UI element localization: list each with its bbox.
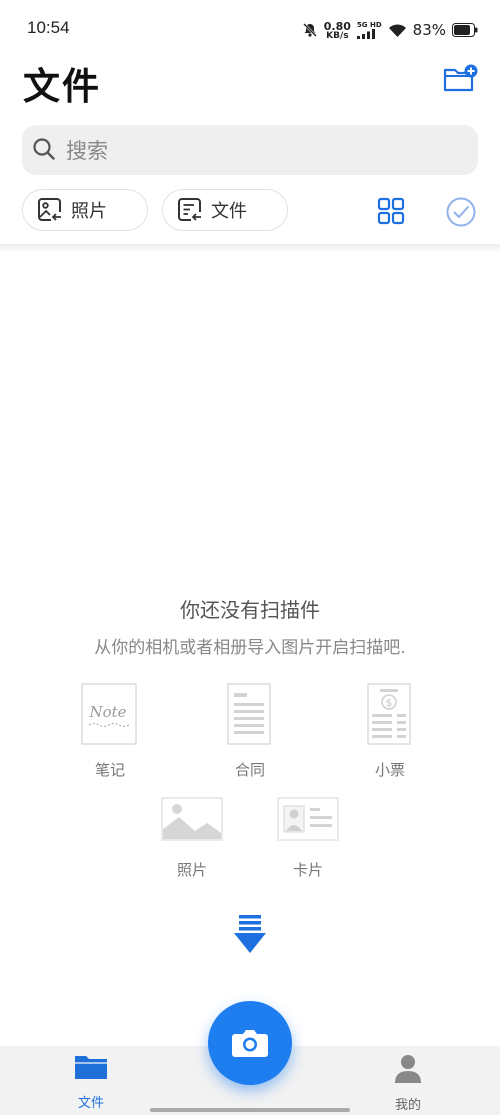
receipt-icon-symbol: $: [386, 698, 392, 709]
filter-photo-label: 照片: [71, 201, 107, 222]
nav-mine-label: 我的: [394, 1098, 421, 1113]
doc-type-note-label: 笔记: [94, 761, 125, 779]
person-icon: [395, 1055, 421, 1083]
doc-type-card-label: 卡片: [292, 861, 323, 879]
filter-photo-chip[interactable]: 照片: [22, 189, 148, 231]
doc-type-card: 卡片: [276, 797, 340, 880]
folder-add-icon: [443, 64, 478, 92]
doc-type-photo-label: 照片: [176, 861, 207, 879]
arrow-down-icon: [232, 913, 268, 959]
camera-scan-button[interactable]: [208, 1001, 292, 1085]
doc-type-photo: 照片: [160, 797, 224, 880]
doc-type-receipt: $ 小票: [352, 683, 428, 780]
select-mode-button[interactable]: [445, 196, 477, 228]
folder-icon: [75, 1056, 107, 1079]
search-icon: [33, 138, 55, 160]
battery-percent: 83%: [412, 21, 446, 39]
net-speed: 0.80 KB/s: [323, 19, 351, 41]
nav-files-tab[interactable]: 文件: [56, 1052, 126, 1111]
nav-files-label: 文件: [77, 1096, 104, 1111]
receipt-icon: $: [367, 683, 411, 745]
grid-view-button[interactable]: [377, 197, 405, 225]
file-import-icon: [178, 198, 202, 222]
header-divider: [0, 244, 500, 252]
grid-icon: [377, 197, 405, 225]
doc-type-receipt-label: 小票: [374, 761, 405, 779]
signal: 5G HD: [356, 20, 382, 39]
doc-type-contract-label: 合同: [234, 761, 265, 779]
net-speed-value: 0.80: [323, 19, 351, 33]
photo-import-icon: [38, 198, 62, 222]
note-icon: Note: [81, 683, 137, 745]
doc-type-note: Note 笔记: [72, 683, 148, 780]
wifi-icon: [388, 23, 406, 37]
battery-icon: [452, 23, 478, 37]
home-indicator: [150, 1108, 350, 1112]
check-circle-icon: [446, 197, 476, 227]
nav-mine-tab[interactable]: 我的: [373, 1052, 443, 1113]
signal-bars-icon: [356, 28, 375, 39]
contract-icon: [227, 683, 271, 745]
net-speed-unit: KB/s: [326, 30, 349, 41]
doc-type-contract: 合同: [212, 683, 288, 780]
photo-icon: [161, 797, 223, 841]
note-icon-label: Note: [88, 703, 126, 721]
network-badge: 5G HD: [356, 20, 382, 29]
page-title: 文件: [23, 65, 101, 108]
filter-file-chip[interactable]: 文件: [162, 189, 288, 231]
empty-state-subtitle: 从你的相机或者相册导入图片开启扫描吧.: [94, 638, 406, 658]
search-bar[interactable]: [22, 125, 478, 175]
filter-file-label: 文件: [211, 201, 247, 222]
mute-bell-icon: [302, 23, 317, 37]
search-input[interactable]: [64, 133, 468, 169]
camera-icon: [232, 1030, 268, 1057]
id-card-icon: [277, 797, 339, 841]
status-icons: 0.80 KB/s 5G HD 83%: [302, 16, 478, 44]
empty-state-title: 你还没有扫描件: [180, 598, 320, 622]
status-time: 10:54: [27, 18, 70, 37]
new-folder-button[interactable]: [442, 64, 478, 94]
